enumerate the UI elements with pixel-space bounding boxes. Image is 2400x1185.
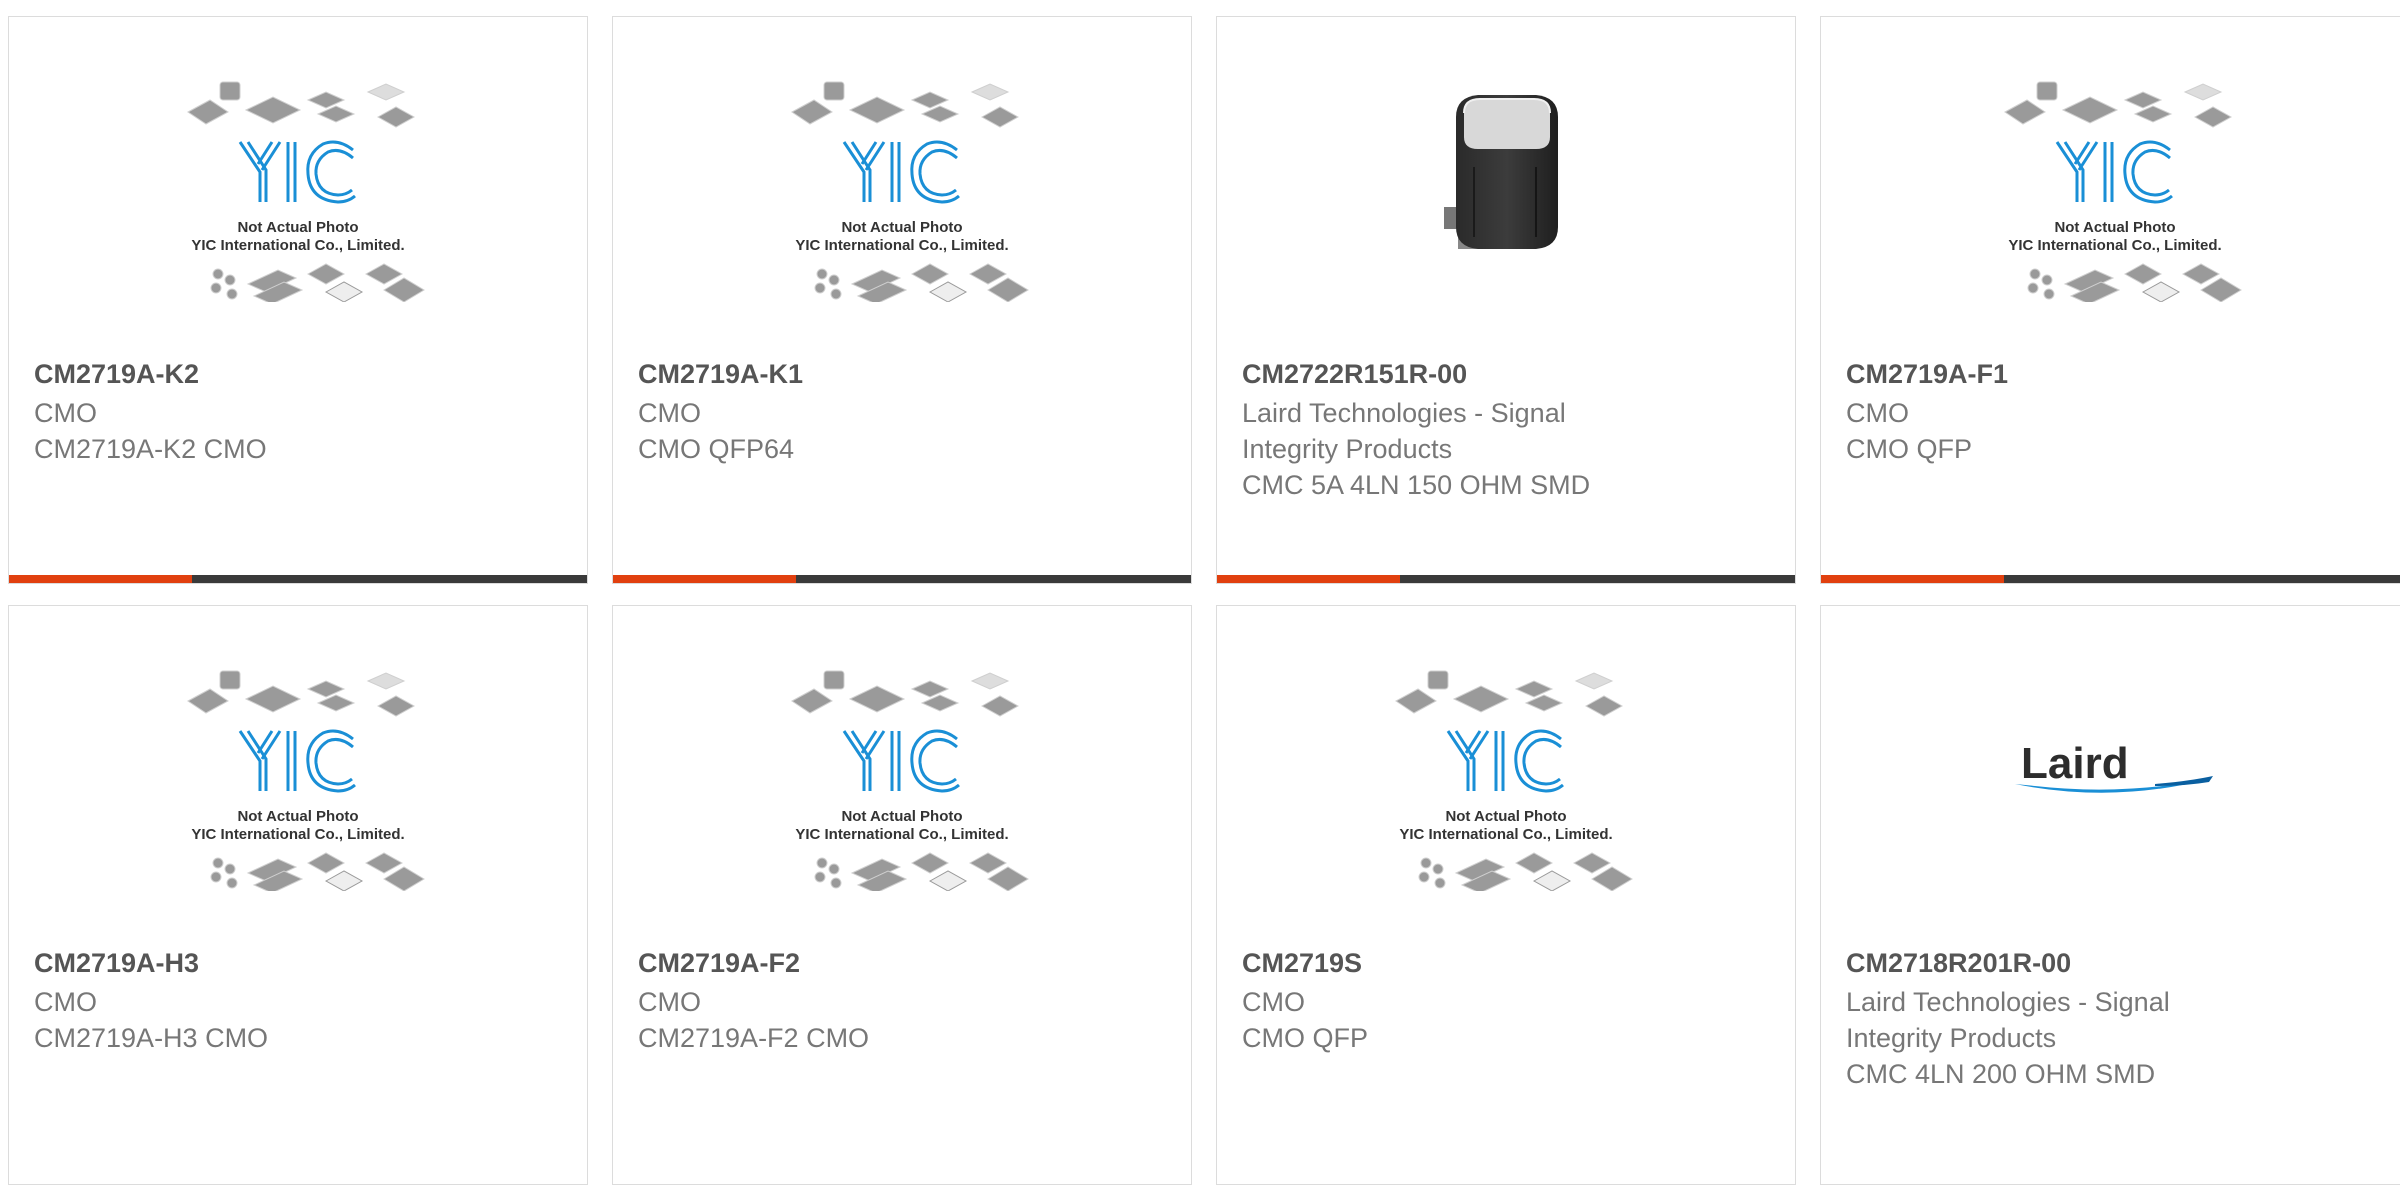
card-bottom-bar bbox=[613, 575, 1191, 583]
description: CM2719A-K2 CMO bbox=[34, 434, 267, 464]
product-image[interactable]: Not Actual Photo YIC International Co., … bbox=[613, 17, 1191, 337]
product-card[interactable]: Not Actual Photo YIC International Co., … bbox=[612, 605, 1192, 1185]
laird-logo-text: Laird bbox=[2021, 739, 2129, 788]
description: CMO QFP bbox=[1846, 434, 1972, 464]
description: CMC 4LN 200 OHM SMD bbox=[1846, 1059, 2156, 1089]
manufacturer: CMO bbox=[34, 987, 97, 1017]
product-info: CM2719A-F2 CMO CM2719A-F2 CMO bbox=[638, 946, 1171, 1056]
placeholder-line2: YIC International Co., Limited. bbox=[795, 826, 1008, 843]
yic-placeholder-image: Not Actual Photo YIC International Co., … bbox=[1395, 670, 1633, 891]
description: CMO QFP64 bbox=[638, 434, 795, 464]
placeholder-line2: YIC International Co., Limited. bbox=[191, 826, 404, 843]
product-image[interactable]: Not Actual Photo YIC International Co., … bbox=[1821, 17, 2400, 337]
card-bottom-bar bbox=[1821, 575, 2400, 583]
product-image[interactable]: Not Actual Photo YIC International Co., … bbox=[9, 17, 587, 337]
product-info: CM2719A-K2 CMO CM2719A-K2 CMO bbox=[34, 357, 567, 467]
part-number[interactable]: CM2719A-K2 bbox=[34, 357, 567, 391]
card-accent bbox=[9, 575, 192, 583]
product-card[interactable]: Not Actual Photo YIC International Co., … bbox=[612, 16, 1192, 584]
placeholder-line1: Not Actual Photo bbox=[2054, 219, 2175, 236]
part-number[interactable]: CM2719A-F2 bbox=[638, 946, 1171, 980]
choke-photo-image bbox=[1444, 95, 1558, 249]
part-number[interactable]: CM2719A-K1 bbox=[638, 357, 1171, 391]
manufacturer: CMO bbox=[34, 398, 97, 428]
description: CM2719A-H3 CMO bbox=[34, 1023, 269, 1053]
placeholder-line1: Not Actual Photo bbox=[841, 808, 962, 825]
card-accent bbox=[1821, 575, 2004, 583]
product-image[interactable]: Laird bbox=[1821, 606, 2400, 926]
card-accent bbox=[613, 575, 796, 583]
card-bottom-bar bbox=[9, 575, 587, 583]
card-bottom-bar bbox=[1217, 575, 1795, 583]
product-info: CM2719S CMO CMO QFP bbox=[1242, 946, 1775, 1056]
yic-placeholder-image: Not Actual Photo YIC International Co., … bbox=[791, 670, 1029, 891]
part-number[interactable]: CM2719A-F1 bbox=[1846, 357, 2389, 391]
product-info: CM2722R151R-00 Laird Technologies - Sign… bbox=[1242, 357, 1775, 503]
product-card[interactable]: CM2722R151R-00 Laird Technologies - Sign… bbox=[1216, 16, 1796, 584]
product-card[interactable]: Laird CM2718R201R-00 Laird Technologies … bbox=[1820, 605, 2400, 1185]
part-number[interactable]: CM2719S bbox=[1242, 946, 1775, 980]
card-accent bbox=[1217, 575, 1400, 583]
yic-placeholder-image: Not Actual Photo YIC International Co., … bbox=[791, 81, 1029, 302]
yic-placeholder-image: Not Actual Photo YIC International Co., … bbox=[2004, 81, 2242, 302]
manufacturer: CMO bbox=[638, 987, 701, 1017]
yic-placeholder-image: Not Actual Photo YIC International Co., … bbox=[187, 670, 425, 891]
product-card[interactable]: Not Actual Photo YIC International Co., … bbox=[8, 605, 588, 1185]
product-image[interactable]: Not Actual Photo YIC International Co., … bbox=[1217, 606, 1795, 926]
placeholder-line1: Not Actual Photo bbox=[1445, 808, 1566, 825]
yic-placeholder-image: Not Actual Photo YIC International Co., … bbox=[187, 81, 425, 302]
product-image[interactable] bbox=[1217, 17, 1795, 337]
product-info: CM2719A-F1 CMO CMO QFP bbox=[1846, 357, 2389, 467]
placeholder-line2: YIC International Co., Limited. bbox=[191, 237, 404, 254]
placeholder-line2: YIC International Co., Limited. bbox=[795, 237, 1008, 254]
placeholder-line1: Not Actual Photo bbox=[841, 219, 962, 236]
manufacturer: Laird Technologies - Signal Integrity Pr… bbox=[1242, 398, 1566, 464]
manufacturer: Laird Technologies - Signal Integrity Pr… bbox=[1846, 987, 2170, 1053]
manufacturer: CMO bbox=[638, 398, 701, 428]
product-info: CM2718R201R-00 Laird Technologies - Sign… bbox=[1846, 946, 2389, 1092]
placeholder-line1: Not Actual Photo bbox=[237, 808, 358, 825]
description: CM2719A-F2 CMO bbox=[638, 1023, 870, 1053]
product-info: CM2719A-H3 CMO CM2719A-H3 CMO bbox=[34, 946, 567, 1056]
laird-logo: Laird bbox=[2015, 739, 2213, 793]
product-info: CM2719A-K1 CMO CMO QFP64 bbox=[638, 357, 1171, 467]
manufacturer: CMO bbox=[1242, 987, 1305, 1017]
manufacturer: CMO bbox=[1846, 398, 1909, 428]
placeholder-line2: YIC International Co., Limited. bbox=[1399, 826, 1612, 843]
product-grid: Not Actual Photo YIC International Co., … bbox=[0, 0, 2400, 1185]
description: CMO QFP bbox=[1242, 1023, 1368, 1053]
product-card[interactable]: Not Actual Photo YIC International Co., … bbox=[1216, 605, 1796, 1185]
part-number[interactable]: CM2718R201R-00 bbox=[1846, 946, 2389, 980]
product-image[interactable]: Not Actual Photo YIC International Co., … bbox=[9, 606, 587, 926]
product-image[interactable]: Not Actual Photo YIC International Co., … bbox=[613, 606, 1191, 926]
product-card[interactable]: Not Actual Photo YIC International Co., … bbox=[1820, 16, 2400, 584]
part-number[interactable]: CM2719A-H3 bbox=[34, 946, 567, 980]
placeholder-line2: YIC International Co., Limited. bbox=[2008, 237, 2221, 254]
product-card[interactable]: Not Actual Photo YIC International Co., … bbox=[8, 16, 588, 584]
part-number[interactable]: CM2722R151R-00 bbox=[1242, 357, 1775, 391]
placeholder-line1: Not Actual Photo bbox=[237, 219, 358, 236]
description: CMC 5A 4LN 150 OHM SMD bbox=[1242, 470, 1591, 500]
